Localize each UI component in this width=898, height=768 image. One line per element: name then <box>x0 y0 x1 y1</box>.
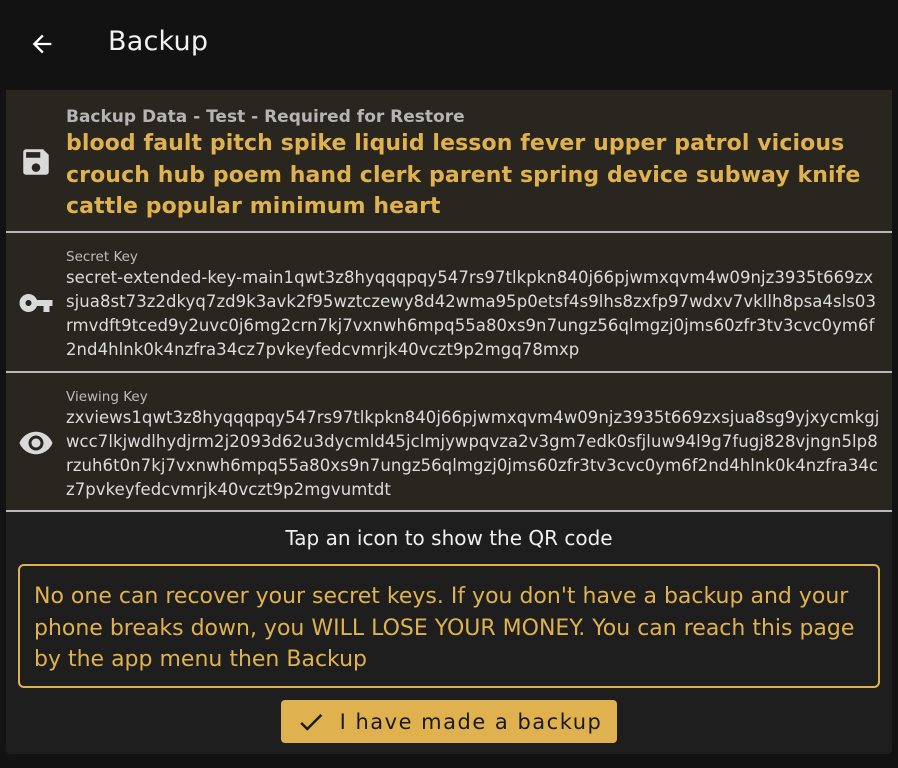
app-bar: Backup <box>0 0 898 88</box>
page-title: Backup <box>108 26 209 57</box>
confirm-backup-label: I have made a backup <box>339 709 603 734</box>
back-button[interactable] <box>22 24 62 64</box>
viewing-key-qr-button[interactable] <box>18 425 54 461</box>
viewing-key-text: Viewing Key zxviews1qwt3z8hyqqqpqy547rs9… <box>66 373 880 502</box>
secret-key-text: Secret Key secret-extended-key-main1qwt3… <box>66 233 880 362</box>
warning-box: No one can recover your secret keys. If … <box>18 564 880 688</box>
secret-key-qr-button[interactable] <box>18 285 54 321</box>
arrow-left-icon <box>32 34 52 54</box>
confirm-backup-button[interactable]: I have made a backup <box>281 700 617 743</box>
secret-key-label: Secret Key <box>66 249 138 265</box>
check-icon <box>299 713 322 731</box>
key-icon <box>19 294 53 312</box>
divider <box>6 510 892 512</box>
seed-phrase: blood fault pitch spike liquid lesson fe… <box>66 131 861 219</box>
qr-hint: Tap an icon to show the QR code <box>285 526 613 550</box>
viewing-key-value: zxviews1qwt3z8hyqqqpqy547rs97tlkpkn840j6… <box>66 408 880 499</box>
eye-icon <box>19 431 53 455</box>
backup-card: Backup Data - Test - Required for Restor… <box>6 90 892 754</box>
seed-section: Backup Data - Test - Required for Restor… <box>6 90 892 232</box>
viewing-key-label: Viewing Key <box>66 389 148 405</box>
secret-key-value: secret-extended-key-main1qwt3z8hyqqqpqy5… <box>66 268 876 359</box>
secret-key-section: Secret Key secret-extended-key-main1qwt3… <box>6 233 892 371</box>
seed-qr-button[interactable] <box>18 144 54 180</box>
seed-label: Backup Data - Test - Required for Restor… <box>66 107 465 127</box>
viewing-key-section: Viewing Key zxviews1qwt3z8hyqqqpqy547rs9… <box>6 373 892 511</box>
floppy-disk-icon <box>23 149 49 175</box>
seed-text: Backup Data - Test - Required for Restor… <box>66 90 880 223</box>
